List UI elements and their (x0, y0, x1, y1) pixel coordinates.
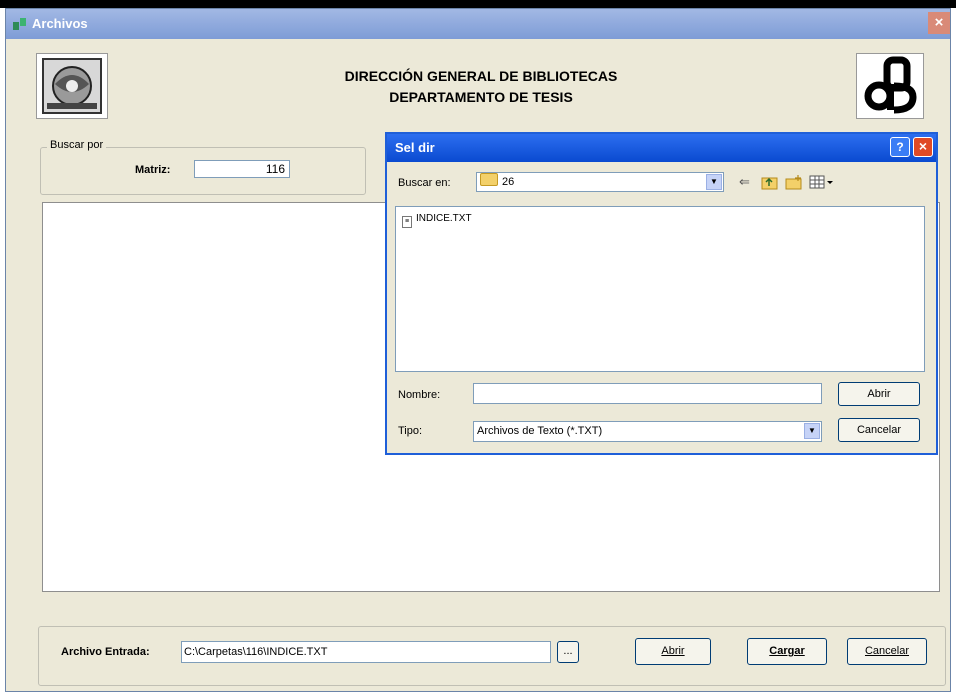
back-arrow-icon[interactable]: ⇐ (739, 174, 750, 190)
title-bar: Archivos × (6, 9, 950, 39)
top-border (0, 0, 956, 8)
header-title: DIRECCIÓN GENERAL DE BIBLIOTECAS DEPARTA… (256, 66, 706, 108)
dgb-logo (856, 53, 924, 119)
folder-icon (480, 173, 498, 186)
dialog-abrir-button[interactable]: Abrir (838, 382, 920, 406)
nombre-input[interactable] (473, 383, 822, 404)
cargar-button[interactable]: Cargar (747, 638, 827, 665)
archivo-entrada-group: Archivo Entrada: C:\Carpetas\116\INDICE.… (38, 626, 946, 686)
dialog-close-button[interactable]: × (913, 137, 933, 157)
window-close-button[interactable]: × (928, 12, 950, 34)
file-list[interactable]: ≡ INDICE.TXT (395, 206, 925, 372)
sel-dir-dialog: Sel dir ? × Buscar en: 26 ▼ ⇐ ≡ INDICE.TX… (385, 132, 938, 455)
nombre-label: Nombre: (398, 389, 441, 401)
list-item[interactable]: ≡ INDICE.TXT (402, 213, 472, 228)
header-line-2: DEPARTAMENTO DE TESIS (389, 89, 573, 105)
up-folder-icon[interactable] (761, 174, 779, 190)
matriz-input[interactable]: 116 (194, 160, 290, 178)
buscar-en-label: Buscar en: (398, 177, 451, 189)
buscar-por-group: Buscar por Matriz: 116 (40, 139, 366, 195)
archivo-entrada-input[interactable]: C:\Carpetas\116\INDICE.TXT (181, 641, 551, 663)
tipo-label: Tipo: (398, 425, 423, 437)
buscar-en-value: 26 (502, 176, 515, 188)
dialog-help-button[interactable]: ? (890, 137, 910, 157)
cancelar-button[interactable]: Cancelar (847, 638, 927, 665)
unam-logo (36, 53, 108, 119)
dialog-title: Sel dir (395, 140, 435, 155)
dialog-cancelar-button[interactable]: Cancelar (838, 418, 920, 442)
window-title: Archivos (32, 16, 88, 31)
browse-button[interactable]: ... (557, 641, 579, 663)
tipo-value: Archivos de Texto (*.TXT) (477, 425, 603, 437)
archivo-entrada-label: Archivo Entrada: (61, 646, 150, 658)
file-name: INDICE.TXT (416, 213, 472, 224)
app-icon (13, 18, 26, 30)
text-file-icon: ≡ (402, 216, 412, 228)
buscar-en-select[interactable]: 26 ▼ (476, 172, 724, 192)
new-folder-icon[interactable] (785, 174, 803, 190)
chevron-down-icon[interactable]: ▼ (706, 174, 722, 190)
header-line-1: DIRECCIÓN GENERAL DE BIBLIOTECAS (344, 68, 618, 84)
tipo-select[interactable]: Archivos de Texto (*.TXT) ▼ (473, 421, 822, 442)
buscar-por-label: Buscar por (47, 139, 107, 151)
dialog-title-bar: Sel dir ? × (387, 134, 936, 162)
abrir-button[interactable]: Abrir (635, 638, 711, 665)
chevron-down-icon[interactable]: ▼ (804, 423, 820, 439)
view-menu-icon[interactable] (809, 175, 835, 189)
matriz-label: Matriz: (135, 164, 171, 176)
